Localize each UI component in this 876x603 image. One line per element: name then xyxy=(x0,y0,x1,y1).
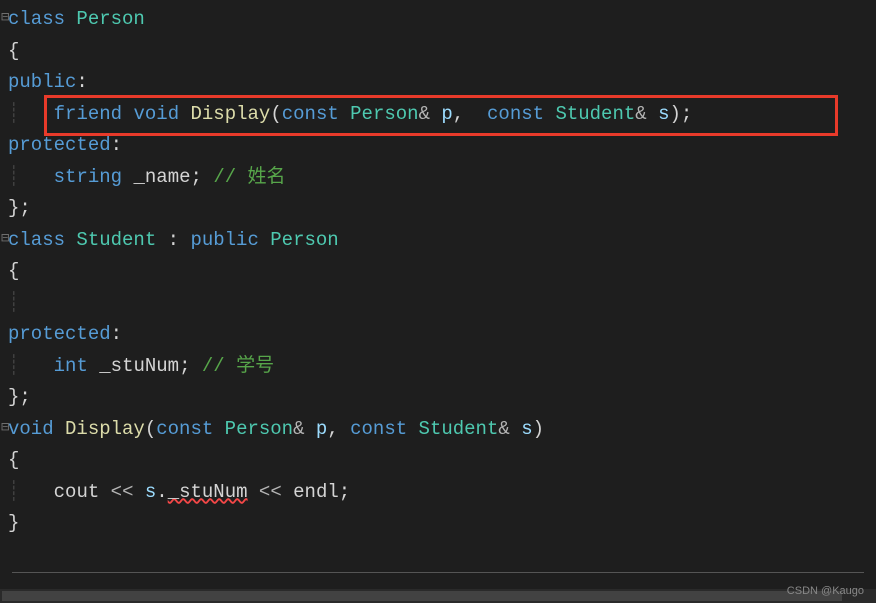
code-token: _stuNum xyxy=(99,355,179,377)
indent-guide: ┊ xyxy=(8,166,54,188)
code-token: ; xyxy=(191,166,214,188)
code-token: endl xyxy=(293,481,339,503)
horizontal-scrollbar[interactable] xyxy=(0,589,876,603)
code-token: }; xyxy=(8,197,31,219)
code-line[interactable]: { xyxy=(8,256,876,288)
code-line[interactable]: { xyxy=(8,36,876,68)
code-token: Person xyxy=(76,8,144,30)
indent-guide: ┊ xyxy=(8,103,54,125)
code-token: // 学号 xyxy=(202,355,274,377)
code-line[interactable]: ⊟class Person xyxy=(8,4,876,36)
code-token: Display xyxy=(191,103,271,125)
scrollbar-thumb[interactable] xyxy=(2,591,842,601)
code-token: & xyxy=(419,103,442,125)
indent-guide: ┊ xyxy=(8,292,19,314)
code-token: s xyxy=(658,103,669,125)
code-token: s xyxy=(521,418,532,440)
code-token: cout xyxy=(54,481,111,503)
code-editor[interactable]: ⊟class Person{public:┊ friend void Displ… xyxy=(0,0,876,544)
code-token: ; xyxy=(339,481,350,503)
code-token: ; xyxy=(179,355,202,377)
code-token: string xyxy=(54,166,134,188)
code-token: ); xyxy=(669,103,692,125)
code-line[interactable]: { xyxy=(8,445,876,477)
indent-guide: ┊ xyxy=(8,481,54,503)
code-line[interactable]: protected: xyxy=(8,319,876,351)
code-line[interactable]: ┊ cout << s._stuNum << endl; xyxy=(8,477,876,509)
code-token: , xyxy=(453,103,487,125)
code-token: : xyxy=(168,229,191,251)
code-token: const xyxy=(156,418,224,440)
code-token: protected xyxy=(8,134,111,156)
code-token: const xyxy=(350,418,418,440)
indent-guide: ┊ xyxy=(8,355,54,377)
code-line[interactable]: }; xyxy=(8,193,876,225)
code-token: Student xyxy=(76,229,167,251)
code-line[interactable]: } xyxy=(8,508,876,540)
fold-collapse-icon[interactable]: ⊟ xyxy=(1,7,9,30)
code-token: << xyxy=(111,481,145,503)
cursor-indicator xyxy=(12,572,864,573)
code-token: const xyxy=(282,103,350,125)
code-token: { xyxy=(8,260,19,282)
code-token: ( xyxy=(145,418,156,440)
code-token: . xyxy=(156,481,167,503)
code-token: } xyxy=(8,512,19,534)
code-token: protected xyxy=(8,323,111,345)
code-token: { xyxy=(8,40,19,62)
code-token: class xyxy=(8,8,76,30)
code-token: : xyxy=(111,323,122,345)
code-token: Person xyxy=(225,418,293,440)
code-token: & xyxy=(498,418,521,440)
code-token: public xyxy=(190,229,270,251)
code-token: }; xyxy=(8,386,31,408)
code-token: void xyxy=(133,103,190,125)
code-token: _name xyxy=(133,166,190,188)
code-token: const xyxy=(487,103,555,125)
code-token: Person xyxy=(270,229,338,251)
code-line[interactable]: ┊ int _stuNum; // 学号 xyxy=(8,351,876,383)
code-line[interactable]: protected: xyxy=(8,130,876,162)
code-token: : xyxy=(76,71,87,93)
code-token: Student xyxy=(555,103,635,125)
code-token: { xyxy=(8,449,19,471)
code-token: // 姓名 xyxy=(213,166,285,188)
fold-collapse-icon[interactable]: ⊟ xyxy=(1,417,9,440)
code-line[interactable]: ┊ friend void Display(const Person& p, c… xyxy=(8,99,876,131)
code-token: << xyxy=(248,481,294,503)
code-token: : xyxy=(111,134,122,156)
code-token: _stuNum xyxy=(168,481,248,503)
code-token: p xyxy=(316,418,327,440)
code-token: void xyxy=(8,418,65,440)
code-line[interactable]: ┊ string _name; // 姓名 xyxy=(8,162,876,194)
code-token: Student xyxy=(419,418,499,440)
code-token: Display xyxy=(65,418,145,440)
code-token: & xyxy=(635,103,658,125)
code-line[interactable]: public: xyxy=(8,67,876,99)
code-token: s xyxy=(145,481,156,503)
code-token: & xyxy=(293,418,316,440)
code-token: ( xyxy=(270,103,281,125)
fold-collapse-icon[interactable]: ⊟ xyxy=(1,228,9,251)
code-token: class xyxy=(8,229,76,251)
code-line[interactable]: ┊ xyxy=(8,288,876,320)
watermark-text: CSDN @Kaugo xyxy=(787,585,864,597)
code-line[interactable]: }; xyxy=(8,382,876,414)
code-line[interactable]: ⊟class Student : public Person xyxy=(8,225,876,257)
code-line[interactable]: ⊟void Display(const Person& p, const Stu… xyxy=(8,414,876,446)
code-token: int xyxy=(54,355,100,377)
code-token: public xyxy=(8,71,76,93)
code-token: p xyxy=(441,103,452,125)
code-token: Person xyxy=(350,103,418,125)
code-token: friend xyxy=(54,103,134,125)
code-token: , xyxy=(327,418,350,440)
code-token: ) xyxy=(533,418,544,440)
